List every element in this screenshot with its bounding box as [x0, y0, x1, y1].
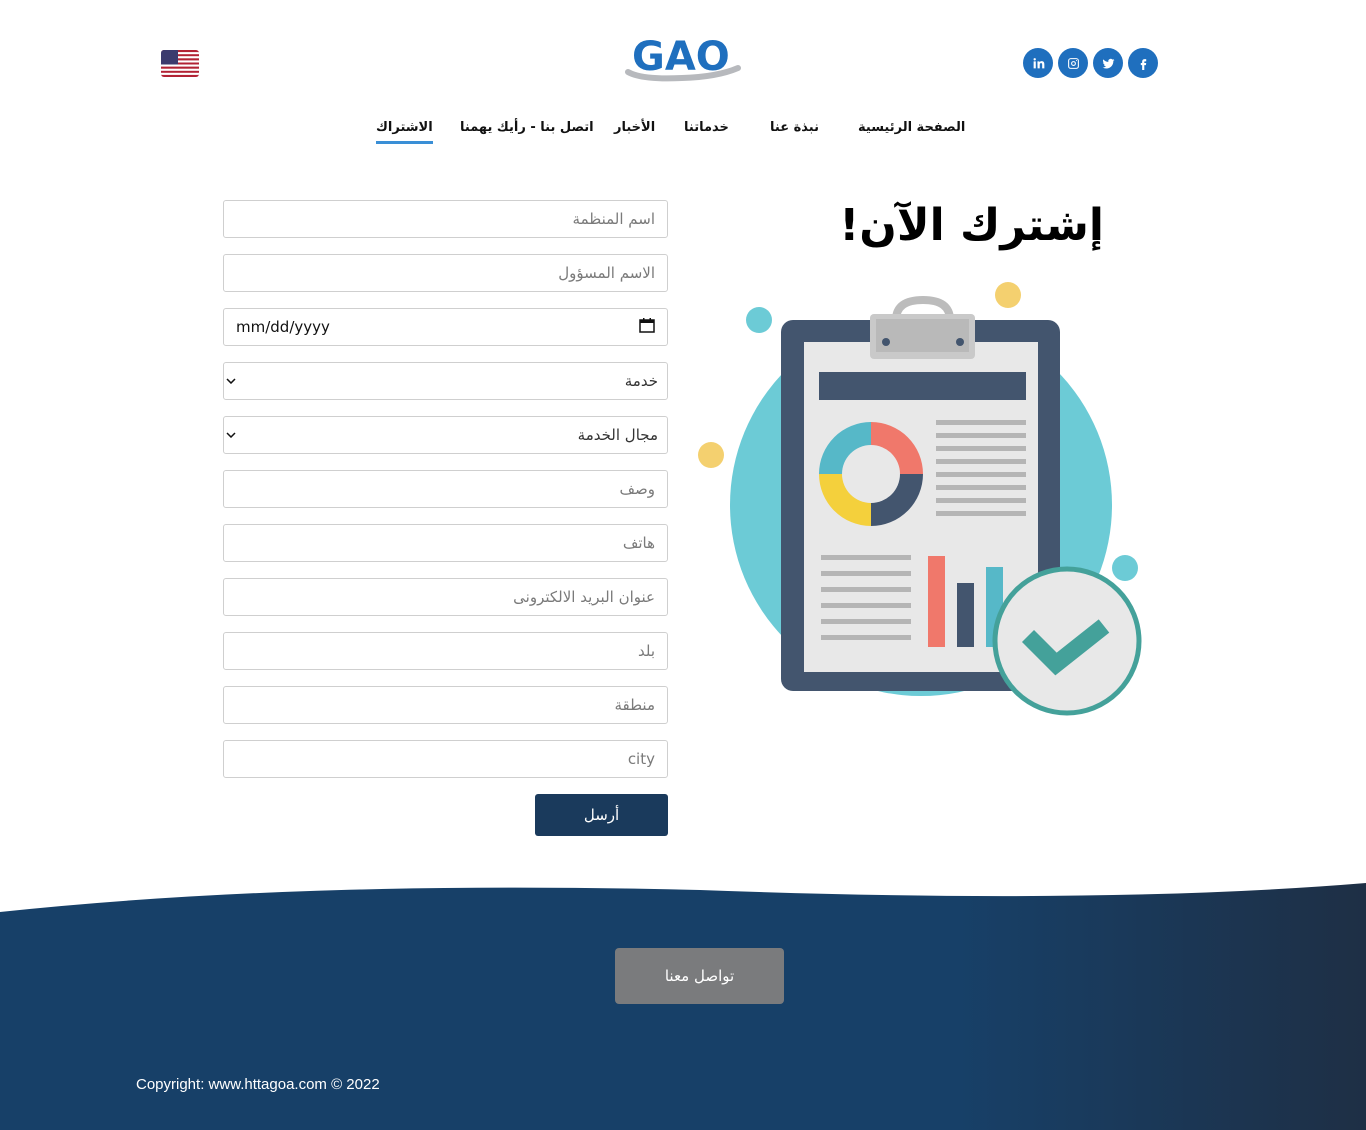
phone-input[interactable]	[236, 534, 655, 552]
nav-item-subscribe[interactable]: الاشتراك	[376, 120, 433, 144]
clipboard-report-illustration	[696, 280, 1146, 720]
service-select[interactable]: خدمة	[223, 362, 668, 400]
nav-item-about[interactable]: نبذة عنا	[770, 120, 819, 141]
instagram-icon[interactable]	[1058, 48, 1088, 78]
copyright-text: Copyright: www.httagoa.com © 2022	[136, 1076, 380, 1093]
country-input[interactable]	[236, 642, 655, 660]
nav-item-news[interactable]: الأخبار	[614, 120, 655, 141]
country-field[interactable]	[223, 632, 668, 670]
city-input[interactable]	[236, 750, 655, 768]
region-input[interactable]	[236, 696, 655, 714]
social-links	[1023, 48, 1158, 78]
chevron-down-icon	[224, 432, 238, 438]
nav-item-home[interactable]: الصفحة الرئيسية	[858, 120, 965, 141]
email-input[interactable]	[236, 588, 655, 606]
service-selected-value: خدمة	[624, 372, 658, 390]
twitter-icon[interactable]	[1093, 48, 1123, 78]
subscription-form: mm/dd/yyyy خدمة مجال الخدمة	[223, 200, 668, 836]
calendar-icon[interactable]	[639, 317, 655, 337]
city-field[interactable]	[223, 740, 668, 778]
service-field-selected-value: مجال الخدمة	[577, 426, 658, 444]
date-placeholder: mm/dd/yyyy	[236, 318, 330, 336]
date-field[interactable]: mm/dd/yyyy	[223, 308, 668, 346]
description-input[interactable]	[236, 480, 655, 498]
main-nav: الصفحة الرئيسية نبذة عنا خدماتنا الأخبار…	[0, 120, 1366, 150]
facebook-icon[interactable]	[1128, 48, 1158, 78]
responsible-name-field[interactable]	[223, 254, 668, 292]
org-name-input[interactable]	[236, 210, 655, 228]
region-field[interactable]	[223, 686, 668, 724]
chevron-down-icon	[224, 378, 238, 384]
site-logo[interactable]: GAO	[622, 30, 744, 86]
linkedin-icon[interactable]	[1023, 48, 1053, 78]
svg-text:GAO: GAO	[632, 34, 730, 80]
org-name-field[interactable]	[223, 200, 668, 238]
language-flag-us-icon[interactable]	[161, 50, 199, 77]
phone-field[interactable]	[223, 524, 668, 562]
nav-item-services[interactable]: خدماتنا	[684, 120, 729, 141]
responsible-name-input[interactable]	[236, 264, 655, 282]
contact-us-button[interactable]: تواصل معنا	[615, 948, 784, 1004]
description-field[interactable]	[223, 470, 668, 508]
email-field[interactable]	[223, 578, 668, 616]
page: GAO الصفحة الرئيسية نبذة عنا خدماتنا الأ…	[0, 0, 1366, 1130]
page-title: إشترك الآن!	[839, 200, 1104, 251]
nav-item-contact[interactable]: اتصل بنا - رأيك يهمنا	[460, 120, 594, 141]
submit-button[interactable]: أرسل	[535, 794, 668, 836]
service-field-select[interactable]: مجال الخدمة	[223, 416, 668, 454]
